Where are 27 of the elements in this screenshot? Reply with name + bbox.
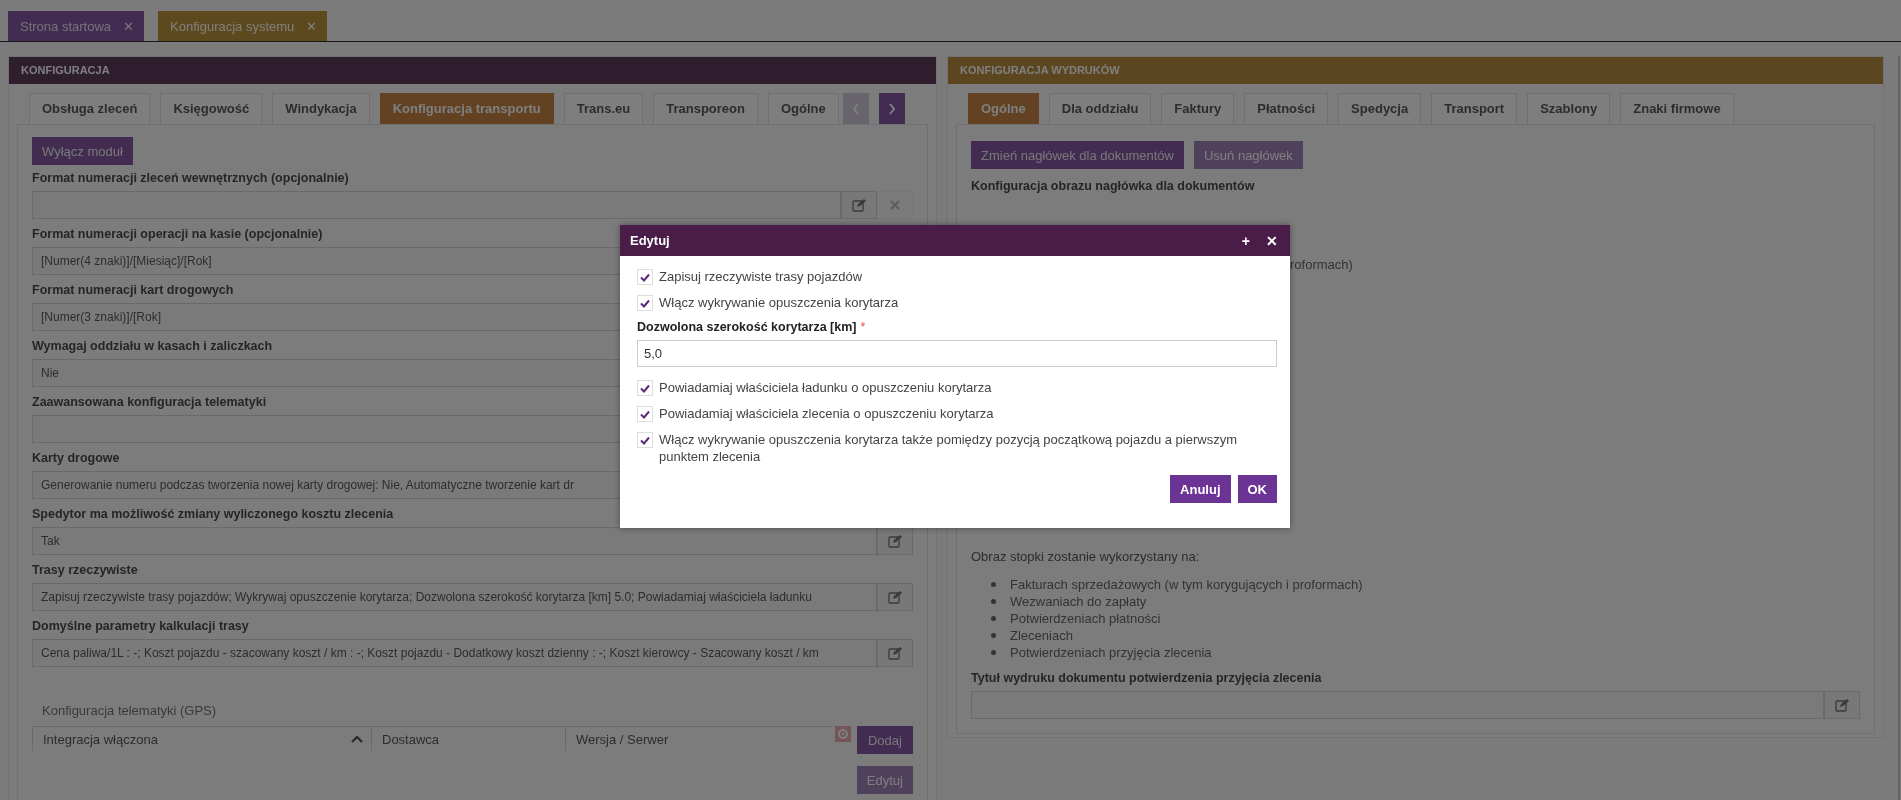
field-label: Trasy rzeczywiste <box>32 563 138 577</box>
field-value: Tak <box>32 527 877 555</box>
list-item: Potwierdzeniach płatności <box>1010 611 1161 626</box>
field-value: Zapisuj rzeczywiste trasy pojazdów; Wykrywaj opuszczenie korytarza; Dozwolona szerokość korytarza [km] 5.0; Powiadamiaj właściciela ładunku <box>32 583 877 611</box>
list-item: Wezwaniach do zapłaty <box>1010 594 1147 609</box>
field-label: Tytuł wydruku dokumentu potwierdzenia przyjęcia zlecenia <box>971 671 1322 685</box>
field-value: Cena paliwa/1L : -; Koszt pojazdu - szacowany koszt / km : -; Koszt pojazdu - Dodatkowy koszt dzienny : -; Koszt kierowcy - Szacowany koszt / km <box>32 639 877 667</box>
field-label: Format numeracji operacji na kasie (opcjonalnie) <box>32 227 323 241</box>
paragraph: Obraz stopki zostanie wykorzystany na: <box>971 549 1200 564</box>
field-label: Spedytor ma możliwość zmiany wyliczonego kosztu zlecenia <box>32 507 394 521</box>
section-heading: Konfiguracja obrazu nagłówka dla dokumentów <box>971 179 1255 193</box>
field-label: Domyślne parametry kalkulacji trasy <box>32 619 249 633</box>
list-text: roformach) <box>1290 257 1353 272</box>
field-label: Wymagaj oddziału w kasach i zaliczkach <box>32 339 273 353</box>
required-mark: * <box>860 320 866 334</box>
section-title: Konfiguracja telematyki (GPS) <box>41 703 218 718</box>
list-item: Zleceniach <box>1010 628 1073 643</box>
field-label: Format numeracji zleceń wewnętrznych (opcjonalnie) <box>32 171 349 185</box>
panel-header: KONFIGURACJA WYDRUKÓW <box>948 57 1883 84</box>
field-label: Format numeracji kart drogowych <box>32 283 234 297</box>
field-label: Dozwolona szerokość korytarza [km] <box>637 320 857 334</box>
list-item: Potwierdzeniach przyjęcia zlecenia <box>1010 645 1212 660</box>
panel-header: KONFIGURACJA <box>9 57 936 84</box>
dialog-title: Edytuj <box>630 233 671 248</box>
field-label: Karty drogowe <box>32 451 120 465</box>
field-label: Zaawansowana konfiguracja telematyki <box>32 395 267 409</box>
list-item: Fakturach sprzedażowych (w tym korygujących i proformach) <box>1010 577 1363 592</box>
